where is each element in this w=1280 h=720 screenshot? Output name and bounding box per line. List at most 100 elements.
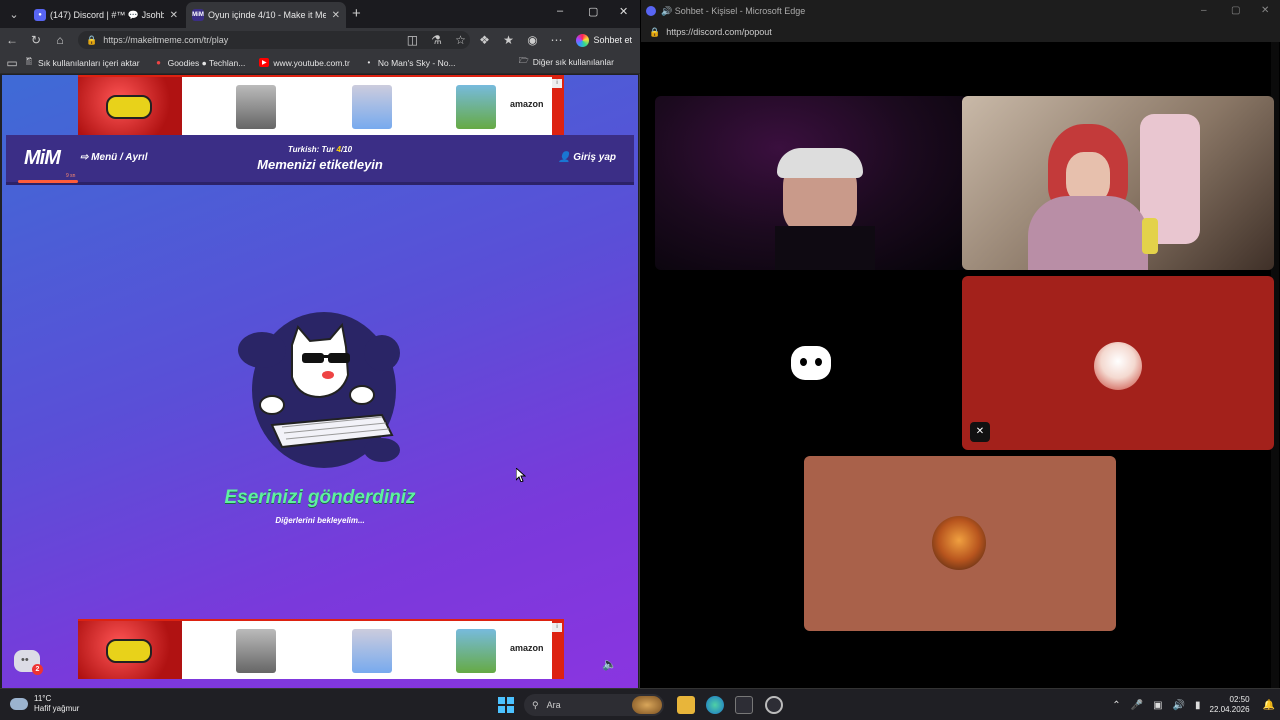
- video-tile-bunny-avatar[interactable]: ✕: [962, 276, 1274, 450]
- file-explorer-icon[interactable]: [677, 696, 695, 714]
- chevron-up-icon[interactable]: ⌃: [1112, 700, 1120, 711]
- amazon-logo: amazon: [510, 99, 544, 109]
- minimize-button[interactable]: –: [557, 5, 563, 17]
- sidebar-toggle-icon[interactable]: ▭: [0, 56, 24, 70]
- muted-mic-icon: ✕: [970, 422, 990, 442]
- status-subtitle: Diğerlerini bekleyelim...: [275, 516, 365, 525]
- battery-icon[interactable]: ▮: [1195, 700, 1201, 711]
- minimize-button[interactable]: –: [1201, 5, 1207, 16]
- bookmark-label: Diğer sık kullanılanlar: [532, 57, 614, 67]
- bookmark-label: Sık kullanılanları içeri aktar: [38, 57, 140, 68]
- user-avatar: [932, 516, 986, 570]
- chat-icon: ••: [21, 654, 29, 666]
- video-tile-discord-avatar[interactable]: [655, 276, 967, 450]
- page-title: Memenizi etiketleyin: [257, 157, 383, 172]
- desktop: ⌄ ● (147) Discord | #™ 💬 Jsohbet ✕ MiM O…: [0, 0, 1280, 720]
- window-title: 🔊 Sohbet - Kişisel - Microsoft Edge: [661, 5, 806, 16]
- bottom-ad-banner[interactable]: amazon i: [78, 619, 564, 679]
- lock-icon: 🔒: [649, 26, 661, 37]
- mouse-cursor-icon: [516, 468, 526, 482]
- browser-toolbar: ← ↻ ⌂ 🔒 https://makeitmeme.com/tr/play ◫…: [0, 28, 640, 52]
- login-button[interactable]: 👤 Giriş yap: [558, 152, 616, 163]
- notification-bell-icon[interactable]: 🔔: [1263, 700, 1275, 711]
- ad-hero-image: [78, 621, 182, 679]
- video-tile-streamer[interactable]: [655, 96, 967, 270]
- close-window-button[interactable]: ✕: [1261, 5, 1269, 16]
- discord-logo-avatar: [791, 346, 831, 380]
- edge-icon[interactable]: [706, 696, 724, 714]
- chat-button[interactable]: •• 2: [14, 650, 43, 675]
- cat-keyboard-mascot: [238, 312, 400, 468]
- ad-hero-image: [78, 77, 182, 135]
- maximize-button[interactable]: ▢: [1231, 5, 1240, 16]
- pin-icon: ●: [156, 58, 161, 67]
- extensions-icon[interactable]: ❖: [472, 33, 496, 47]
- discord-address-bar[interactable]: 🔒 https://discord.com/popout: [641, 22, 1280, 42]
- temperature: 11°C: [34, 694, 52, 703]
- copilot-icon: [576, 33, 590, 47]
- round-indicator: Turkish: Tur 4/10: [287, 145, 353, 154]
- home-icon[interactable]: ⌂: [48, 33, 72, 47]
- volume-icon[interactable]: 🔊: [1173, 700, 1185, 711]
- weather-widget[interactable]: 11°C Hafif yağmur: [10, 694, 79, 714]
- copilot-button[interactable]: Sohbet et: [568, 33, 640, 47]
- bookmark-label: www.youtube.com.tr: [273, 57, 350, 68]
- copilot-label: Sohbet et: [593, 35, 632, 45]
- windows-start-icon[interactable]: [498, 697, 514, 713]
- search-highlight-image: [632, 696, 662, 714]
- bookmarks-bar: ▭ 🖺 Sık kullanılanları içeri aktar ● Goo…: [0, 52, 640, 74]
- game-icon: •: [367, 58, 371, 67]
- back-icon[interactable]: ←: [0, 33, 24, 47]
- store-icon[interactable]: [735, 696, 753, 714]
- taskbar-search[interactable]: ⚲ Ara: [524, 694, 664, 716]
- search-placeholder: Ara: [546, 700, 561, 710]
- profile-icon[interactable]: ◉: [520, 33, 544, 47]
- close-tab-icon[interactable]: ✕: [170, 10, 178, 21]
- reload-icon[interactable]: ↻: [24, 33, 48, 47]
- tab-discord[interactable]: ● (147) Discord | #™ 💬 Jsohbet ✕: [28, 2, 184, 28]
- close-window-button[interactable]: ✕: [619, 5, 628, 18]
- microphone-icon[interactable]: 🎤: [1131, 700, 1143, 711]
- weather-text: Hafif yağmur: [34, 704, 80, 713]
- more-menu-icon[interactable]: ⋯: [544, 33, 568, 47]
- bookmark-label: No Man's Sky - No...: [377, 57, 456, 68]
- bookmark-no-mans-sky[interactable]: • No Man's Sky - No...: [364, 57, 456, 68]
- network-icon[interactable]: ▣: [1153, 700, 1162, 711]
- close-tab-icon[interactable]: ✕: [332, 10, 340, 21]
- app-icon[interactable]: [765, 696, 783, 714]
- bookmark-import[interactable]: 🖺 Sık kullanılanları içeri aktar: [24, 57, 140, 68]
- tab-actions-icon[interactable]: ⌄: [4, 4, 24, 24]
- top-ad-banner[interactable]: amazon i: [78, 75, 564, 135]
- split-view-icon[interactable]: ◫: [400, 33, 424, 47]
- chat-badge: 2: [32, 664, 43, 675]
- folder-icon: 🗁: [518, 56, 529, 65]
- ad-info-icon[interactable]: i: [552, 623, 562, 632]
- clock[interactable]: 02:50 22.04.2026: [1210, 695, 1250, 715]
- mim-icon: MiM: [192, 9, 204, 21]
- system-tray: ⌃ 🎤 ▣ 🔊 ▮ 02:50 22.04.2026 🔔: [1107, 689, 1280, 720]
- discord-icon: ●: [34, 9, 46, 21]
- clock-date: 22.04.2026: [1209, 705, 1250, 714]
- status-title: Eserinizi gönderdiniz: [224, 487, 416, 508]
- timer-label: 9 sn: [66, 173, 76, 179]
- ad-product-image: [456, 85, 496, 129]
- discord-popout-window: 🔊 Sohbet - Kişisel - Microsoft Edge – ▢ …: [641, 0, 1280, 688]
- sound-toggle-icon[interactable]: 🔈: [602, 657, 617, 671]
- video-tile-orange-avatar[interactable]: [804, 456, 1116, 631]
- video-tile-guest[interactable]: [962, 96, 1274, 270]
- tab-title: (147) Discord | #™ 💬 Jsohbet: [50, 9, 164, 20]
- other-bookmarks[interactable]: 🗁 Diğer sık kullanılanlar: [518, 56, 614, 67]
- favorites-icon[interactable]: ★: [496, 33, 520, 47]
- bookmark-youtube[interactable]: ▶ www.youtube.com.tr: [259, 58, 350, 68]
- read-aloud-icon[interactable]: ⚗: [424, 33, 448, 47]
- bookmark-goodies[interactable]: ● Goodies ● Techlan...: [154, 58, 245, 68]
- maximize-button[interactable]: ▢: [588, 5, 598, 18]
- rain-cloud-icon: [10, 698, 28, 710]
- favorite-star-icon[interactable]: ☆: [448, 33, 472, 47]
- ad-info-icon[interactable]: i: [552, 79, 562, 88]
- tab-make-it-meme[interactable]: MiM Oyun içinde 4/10 - Make it Meme ✕: [186, 2, 346, 28]
- ad-product-image: [456, 629, 496, 673]
- new-tab-button[interactable]: +: [352, 5, 361, 22]
- youtube-icon: ▶: [259, 58, 270, 67]
- ad-product-image: [236, 629, 276, 673]
